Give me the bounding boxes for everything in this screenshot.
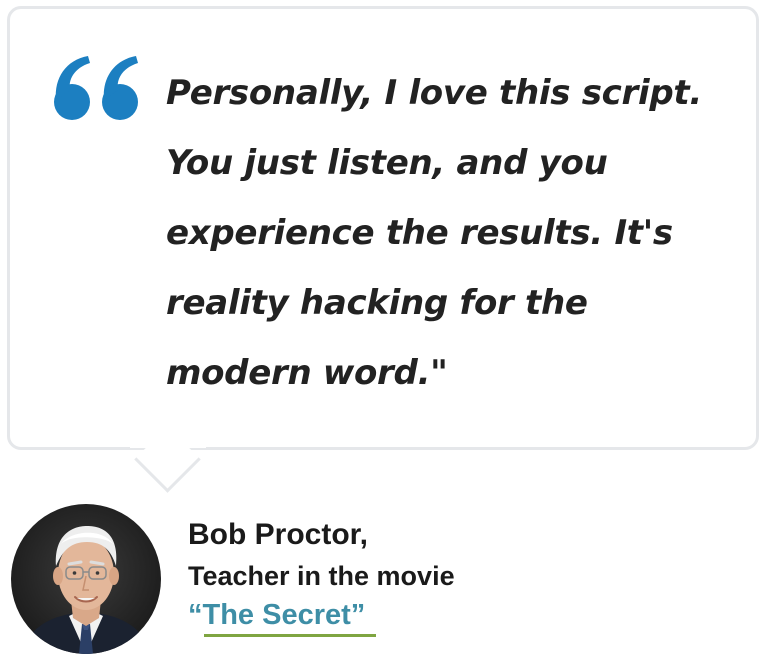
movie-title-link[interactable]: “The Secret”	[188, 597, 365, 633]
author-avatar	[11, 504, 161, 654]
quote-line: Personally, I love this script.	[166, 73, 702, 113]
author-role: Teacher in the movie	[188, 561, 455, 591]
double-quote-icon	[54, 56, 138, 120]
quote-line: modern word."	[166, 353, 448, 393]
quote-line: You just listen, and you	[166, 143, 608, 183]
author-name: Bob Proctor,	[188, 518, 369, 551]
movie-title-underline	[204, 634, 376, 637]
quote-line: experience the results. It's	[166, 213, 673, 253]
testimonial-quote: Personally, I love this script. You just…	[166, 58, 736, 408]
quote-line: reality hacking for the	[166, 283, 588, 323]
author-portrait	[21, 526, 151, 654]
pointer-mask	[130, 440, 206, 448]
